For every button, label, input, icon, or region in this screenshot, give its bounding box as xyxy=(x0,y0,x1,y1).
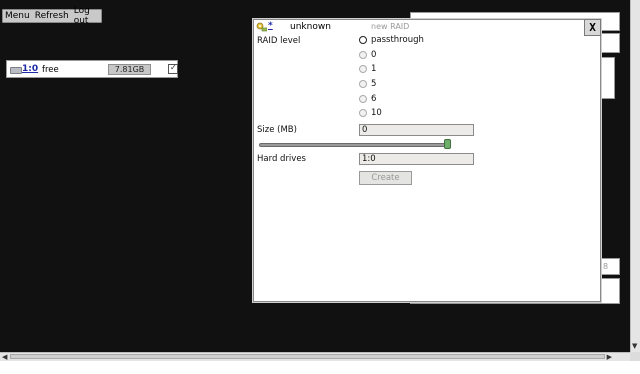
raid-option-passthrough[interactable]: passthrough xyxy=(359,35,424,45)
raid-option-6[interactable]: 6 xyxy=(359,94,376,104)
disk-select-checkbox[interactable] xyxy=(168,63,178,74)
close-button[interactable]: X xyxy=(584,19,601,36)
raid-option-label: 0 xyxy=(371,50,377,60)
size-slider-handle[interactable] xyxy=(444,139,451,149)
disk-panel: 1:0 free 7.81GB xyxy=(6,60,178,78)
menu-button[interactable]: Menu xyxy=(5,11,30,21)
raid-option-label: 1 xyxy=(371,64,377,74)
raid-option-0[interactable]: 0 xyxy=(359,50,376,60)
raid-option-label: 5 xyxy=(371,79,377,89)
radio-button[interactable] xyxy=(359,51,367,59)
refresh-button[interactable]: Refresh xyxy=(35,11,69,21)
scroll-left-arrow-icon[interactable]: ◀ xyxy=(2,353,7,361)
radio-button[interactable] xyxy=(359,36,367,44)
horizontal-scrollbar[interactable]: ◀ ▶ xyxy=(0,352,630,361)
size-slider-track[interactable] xyxy=(259,143,449,147)
disk-status: free xyxy=(42,65,59,75)
radio-button[interactable] xyxy=(359,80,367,88)
disk-size-badge: 7.81GB xyxy=(108,64,151,75)
raid-title-placeholder: new RAID xyxy=(371,22,410,31)
raid-option-5[interactable]: 5 xyxy=(359,79,376,89)
top-menu-bar: Menu Refresh Log out xyxy=(2,6,102,26)
status-strip xyxy=(0,361,640,374)
scroll-down-arrow-icon[interactable]: ▼ xyxy=(632,342,637,350)
raid-option-label: 10 xyxy=(371,108,382,118)
hard-drives-label: Hard drives xyxy=(257,154,306,164)
raid-option-10[interactable]: 10 xyxy=(359,108,382,118)
size-label: Size (MB) xyxy=(257,125,297,135)
background-partial-number: 8 xyxy=(603,262,609,271)
horizontal-scroll-thumb[interactable] xyxy=(10,354,605,359)
radio-button[interactable] xyxy=(359,95,367,103)
hard-drives-input[interactable]: 1:0 xyxy=(359,153,474,165)
disk-link[interactable]: 1:0 xyxy=(22,64,38,74)
size-input[interactable]: 0 xyxy=(359,124,474,136)
logout-button[interactable]: Log out xyxy=(74,6,101,26)
raid-option-label: passthrough xyxy=(371,35,424,45)
raid-option-1[interactable]: 1 xyxy=(359,64,376,74)
vertical-scrollbar[interactable]: ▼ xyxy=(630,0,640,352)
raid-option-label: 6 xyxy=(371,94,377,104)
scrollbar-corner xyxy=(630,352,640,361)
raid-star-link[interactable]: * xyxy=(268,21,273,31)
new-raid-dialog: X * unknown new RAID RAID level passthro… xyxy=(253,19,601,302)
radio-button[interactable] xyxy=(359,65,367,73)
disk-icon xyxy=(10,67,22,74)
scroll-right-arrow-icon[interactable]: ▶ xyxy=(607,353,612,361)
raid-name: unknown xyxy=(290,22,331,32)
radio-button[interactable] xyxy=(359,109,367,117)
raid-level-label: RAID level xyxy=(257,36,301,46)
raid-gear-icon xyxy=(256,22,267,32)
create-button[interactable]: Create xyxy=(359,171,412,185)
